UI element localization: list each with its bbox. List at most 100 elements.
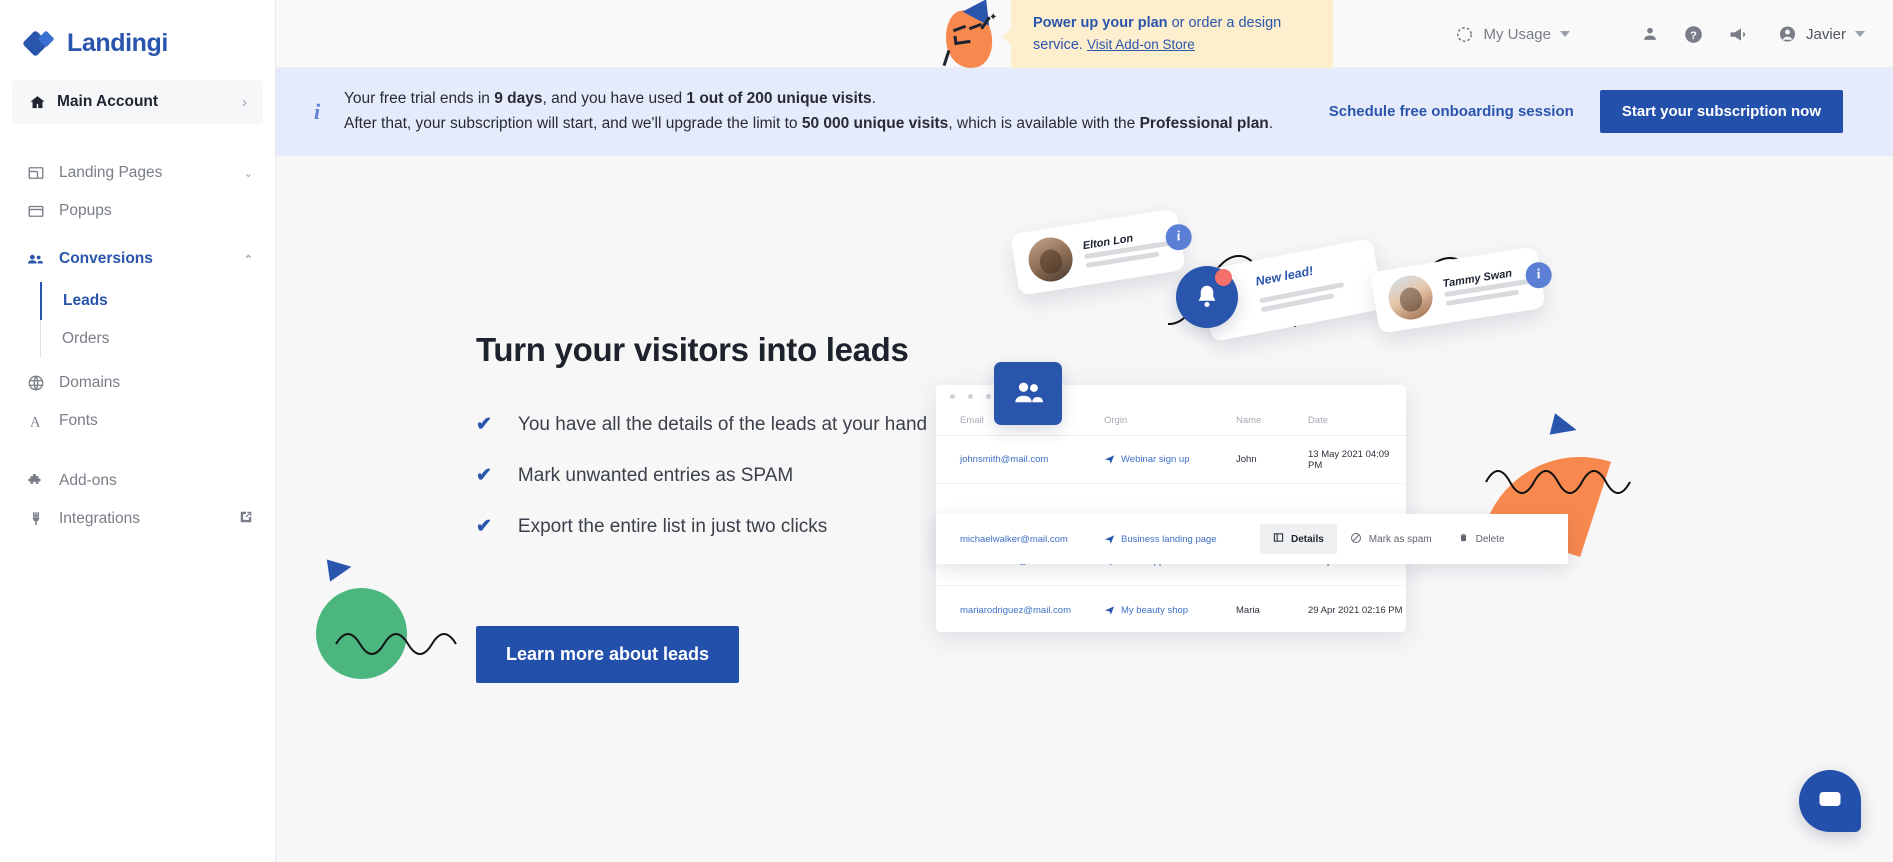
delete-button[interactable]: Delete xyxy=(1445,524,1518,554)
visit-add-on-store-link[interactable]: Visit Add-on Store xyxy=(1087,37,1195,52)
sidebar-label-add-ons: Add-ons xyxy=(59,472,117,489)
column-header-origin: Orgin xyxy=(1104,415,1128,426)
svg-text:?: ? xyxy=(1691,29,1698,41)
user-name: Javier xyxy=(1805,25,1846,43)
help-icon[interactable]: ? xyxy=(1672,0,1716,68)
brand-name: Landingi xyxy=(67,28,168,57)
row-actions: Details Mark as spam Delete xyxy=(1260,524,1518,555)
landingi-diamond-icon xyxy=(22,28,56,58)
chat-widget-button[interactable] xyxy=(1799,770,1861,832)
puzzle-icon xyxy=(26,472,45,491)
chevron-right-icon: › xyxy=(242,93,247,111)
sidebar-subnav-conversions: Leads Orders xyxy=(40,282,275,358)
my-usage-dropdown[interactable]: My Usage xyxy=(1441,25,1584,44)
table-row-hovered[interactable]: michaelwalker@mail.com Business landing … xyxy=(936,514,1568,564)
cell-origin-label: My beauty shop xyxy=(1121,604,1189,616)
check-icon: ✔ xyxy=(476,465,492,486)
trial-visits: 1 out of 200 unique visits xyxy=(686,89,872,107)
sidebar-label-leads: Leads xyxy=(63,292,108,309)
landing-pages-icon xyxy=(26,164,45,183)
trial-line1-a: Your free trial ends in xyxy=(344,89,495,107)
learn-more-button[interactable]: Learn more about leads xyxy=(476,626,740,683)
cell-date: 13 May 2021 04:09 PM xyxy=(1308,448,1390,471)
chevron-down-icon: ⌄ xyxy=(243,167,253,180)
globe-icon xyxy=(26,374,45,393)
column-header-name: Name xyxy=(1236,415,1262,426)
mark-as-spam-label: Mark as spam xyxy=(1368,533,1432,545)
promo-banner[interactable]: Power up your plan or order a design ser… xyxy=(1002,0,1333,68)
details-button[interactable]: Details xyxy=(1260,524,1337,554)
decor-triangle-blue-left xyxy=(318,550,352,582)
trash-icon xyxy=(1458,532,1469,546)
top-bar-actions: My Usage ? Javier xyxy=(1441,0,1875,68)
sidebar-label-landing-pages: Landing Pages xyxy=(59,164,163,181)
sidebar-item-integrations[interactable]: Integrations xyxy=(0,500,275,538)
trial-limit: 50 000 unique visits xyxy=(801,115,949,132)
person-icon[interactable] xyxy=(1628,0,1672,68)
start-subscription-button[interactable]: Start your subscription now xyxy=(1599,89,1843,133)
table-row[interactable]: johnsmith@mail.com Webinar sign up John … xyxy=(936,436,1406,484)
megaphone-icon[interactable] xyxy=(1716,0,1760,68)
cell-name: Maria xyxy=(1236,604,1260,616)
user-menu[interactable]: Javier xyxy=(1760,25,1875,44)
sidebar-item-conversions[interactable]: Conversions ⌃ xyxy=(0,240,275,278)
cell-origin-label: Business landing page xyxy=(1121,533,1217,545)
sidebar-item-landing-pages[interactable]: Landing Pages ⌄ xyxy=(0,154,275,192)
trial-line1-b: , and you have used xyxy=(542,89,687,107)
table-row[interactable]: mariarodriguez@mail.com My beauty shop M… xyxy=(936,586,1406,632)
send-icon xyxy=(1104,605,1115,616)
cell-date: 29 Apr 2021 02:16 PM xyxy=(1308,604,1403,616)
my-usage-label: My Usage xyxy=(1483,25,1551,43)
chevron-down-icon xyxy=(1559,31,1570,37)
avatar xyxy=(1025,234,1076,285)
home-icon xyxy=(28,93,47,112)
sidebar-item-main-account[interactable]: Main Account › xyxy=(12,80,263,124)
top-bar: ✦ Power up your plan or order a design s… xyxy=(276,0,1893,71)
brand-logo[interactable]: Landingi xyxy=(0,0,275,58)
sidebar-item-add-ons[interactable]: Add-ons xyxy=(0,462,275,500)
popups-icon xyxy=(26,202,45,221)
sidebar-item-fonts[interactable]: A Fonts xyxy=(0,402,275,440)
notification-dot xyxy=(1215,269,1232,286)
trial-banner-actions: Schedule free onboarding session Start y… xyxy=(1329,89,1871,133)
trial-banner-text: Your free trial ends in 9 days, and you … xyxy=(344,86,1273,136)
promo-bold: Power up your plan xyxy=(1033,14,1168,31)
cell-origin: Webinar sign up xyxy=(1104,454,1236,465)
sidebar-item-leads[interactable]: Leads xyxy=(40,282,275,320)
check-icon: ✔ xyxy=(476,516,492,537)
trial-banner: i Your free trial ends in 9 days, and yo… xyxy=(276,68,1893,156)
trial-plan: Professional plan xyxy=(1139,115,1269,132)
cell-email: johnsmith@mail.com xyxy=(960,454,1049,465)
check-icon: ✔ xyxy=(476,414,492,435)
trial-line1-c: . xyxy=(871,89,876,107)
mark-as-spam-button[interactable]: Mark as spam xyxy=(1337,524,1445,555)
schedule-onboarding-link[interactable]: Schedule free onboarding session xyxy=(1329,103,1574,120)
fonts-icon: A xyxy=(26,412,45,431)
sidebar-item-domains[interactable]: Domains xyxy=(0,364,275,402)
feature-label: Mark unwanted entries as SPAM xyxy=(517,464,794,486)
feature-label: Export the entire list in just two click… xyxy=(517,515,828,537)
sidebar-nav: Landing Pages ⌄ Popups Conversions ⌃ Lea… xyxy=(0,154,275,538)
cell-email: michaelwalker@mail.com xyxy=(960,533,1068,545)
send-icon xyxy=(1104,534,1115,545)
leads-illustration: Elton Lon i New lead! Tammy Swan i Email… xyxy=(936,204,1676,694)
people-icon xyxy=(994,362,1062,425)
sidebar-item-orders[interactable]: Orders xyxy=(40,320,275,358)
main-account-label: Main Account xyxy=(57,93,159,110)
info-icon: i xyxy=(314,99,321,124)
decor-squiggle-left xyxy=(335,633,457,655)
block-icon xyxy=(1350,532,1362,547)
bell-icon xyxy=(1176,266,1238,328)
plug-icon xyxy=(26,510,45,529)
sidebar-label-fonts: Fonts xyxy=(59,412,98,429)
external-link-icon[interactable] xyxy=(239,510,253,529)
sidebar-label-orders: Orders xyxy=(62,330,110,347)
column-header-date: Date xyxy=(1308,415,1329,426)
hero-section: Turn your visitors into leads ✔ You have… xyxy=(276,156,1893,856)
main-content: ✦ Power up your plan or order a design s… xyxy=(276,0,1893,862)
sidebar: Landingi Main Account › Landing Pages ⌄ xyxy=(0,0,276,862)
cell-name: John xyxy=(1236,454,1257,465)
sidebar-item-popups[interactable]: Popups xyxy=(0,192,275,230)
chevron-down-icon xyxy=(1855,31,1865,37)
chat-icon xyxy=(1816,785,1844,818)
